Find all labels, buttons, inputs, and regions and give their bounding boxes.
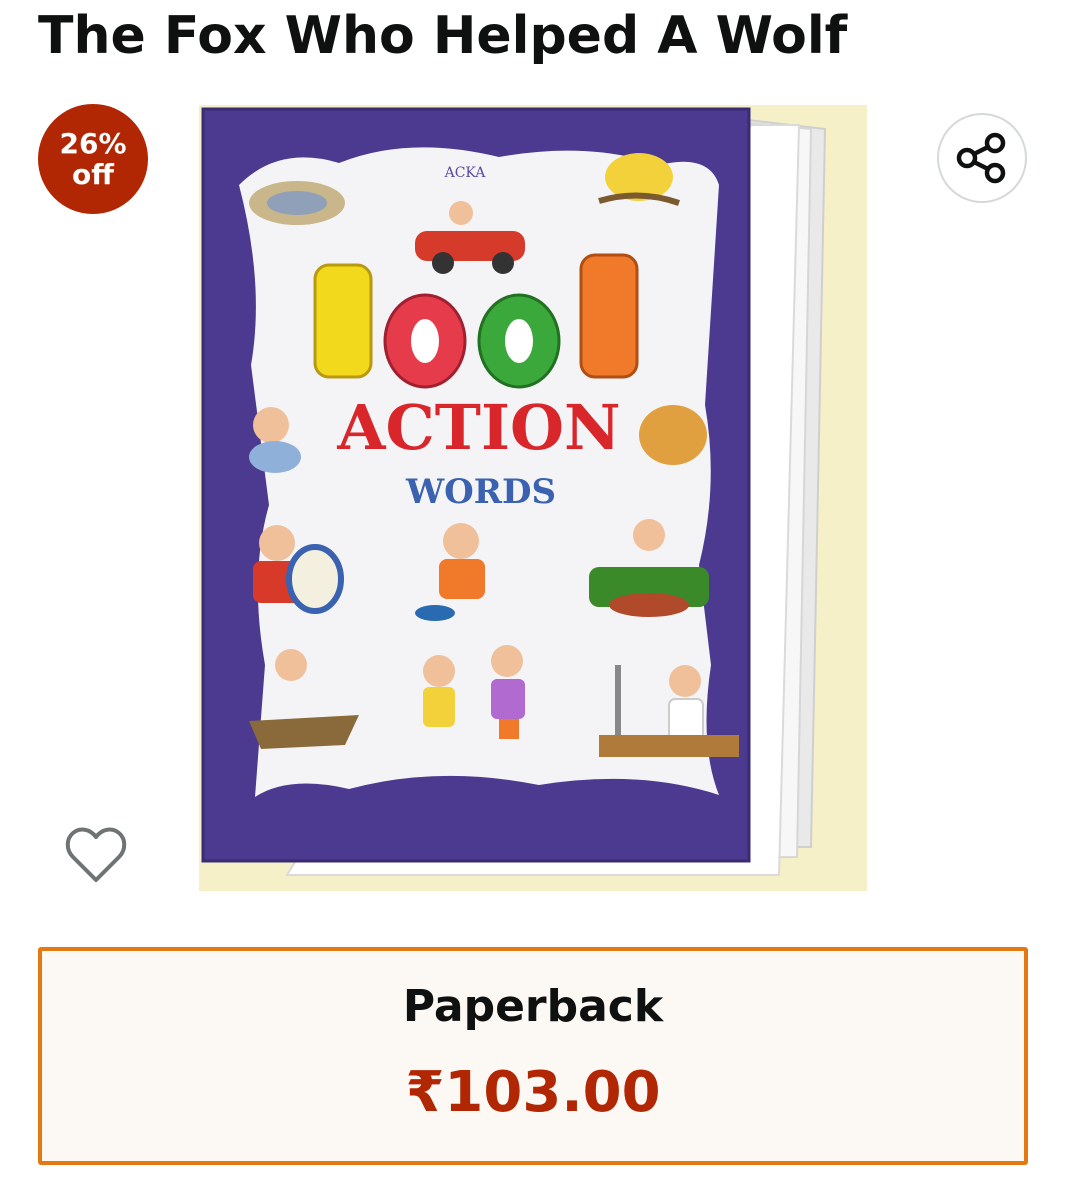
cover-title-main: ACTION: [336, 391, 620, 464]
product-title: The Fox Who Helped A Wolf: [38, 6, 848, 66]
share-button[interactable]: [937, 113, 1027, 203]
share-icon: [956, 132, 1006, 184]
discount-badge: 26% off: [38, 104, 148, 214]
format-price: ₹103.00: [405, 1060, 661, 1125]
heart-outline-icon: [65, 827, 127, 882]
product-image[interactable]: ACKA ACTION WORDS: [199, 105, 867, 891]
wishlist-button[interactable]: [60, 820, 132, 892]
format-option-paperback[interactable]: Paperback ₹103.00: [38, 947, 1028, 1165]
discount-suffix: off: [72, 158, 114, 191]
cover-publisher: ACKA: [444, 165, 487, 181]
discount-percent: 26%: [59, 127, 127, 160]
book-cover: ACKA ACTION WORDS: [201, 107, 751, 863]
cover-title-sub: WORDS: [405, 472, 556, 512]
format-label: Paperback: [402, 981, 664, 1032]
